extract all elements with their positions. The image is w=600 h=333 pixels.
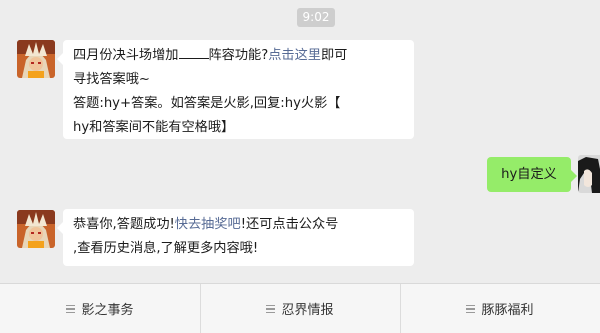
menu-lines-icon (466, 304, 476, 313)
message-line: 恭喜你,答题成功!快去抽奖吧!还可点击公众号 (73, 213, 405, 237)
message-line: 答题:hy+答案。如答案是火影,回复:hy火影【 (73, 96, 341, 111)
naruto-sage-avatar-icon (17, 40, 55, 78)
chat-screen: 9:02 四月份决斗场增加 阵容功能?点击这里即可 寻找答案哦~ 答题:hy+答案… (0, 0, 600, 333)
click-here-link[interactable]: 点击这里 (268, 48, 321, 63)
lottery-link[interactable]: 快去抽奖吧 (175, 217, 241, 232)
menu-item-ninja-intel[interactable]: 忍界情报 (200, 284, 400, 333)
bot-avatar[interactable] (17, 210, 55, 248)
message-timestamp: 9:02 (297, 8, 335, 27)
naruto-sage-avatar-icon (17, 210, 55, 248)
menu-item-label: 豚豚福利 (481, 303, 534, 318)
user-avatar[interactable] (578, 155, 600, 193)
answer-blank (178, 44, 209, 59)
bot-message-success: 恭喜你,答题成功!快去抽奖吧!还可点击公众号 ,查看历史消息,了解更多内容哦! (57, 209, 414, 266)
menu-lines-icon (66, 304, 76, 313)
message-line: 寻找答案哦~ (73, 72, 150, 87)
custom-menu-bar: 影之事务 忍界情报 豚豚福利 (0, 283, 600, 333)
message-line: 四月份决斗场增加 阵容功能?点击这里即可 (73, 44, 405, 68)
dark-hair-avatar-icon (578, 155, 600, 193)
message-text: 恭喜你,答题成功! (73, 217, 175, 232)
message-line: ,查看历史消息,了解更多内容哦! (73, 241, 259, 256)
bot-message-question: 四月份决斗场增加 阵容功能?点击这里即可 寻找答案哦~ 答题:hy+答案。如答案是… (57, 40, 414, 139)
message-text: 即可 (321, 48, 348, 63)
message-text: !还可点击公众号 (240, 217, 339, 232)
message-line: hy和答案间不能有空格哦】 (73, 120, 235, 135)
menu-item-label: 影之事务 (81, 303, 134, 318)
user-message: hy自定义 (487, 157, 577, 192)
menu-item-label: 忍界情报 (281, 303, 334, 318)
message-text: 阵容功能? (208, 48, 269, 63)
menu-lines-icon (266, 304, 276, 313)
message-text: 四月份决斗场增加 (73, 48, 179, 63)
menu-item-welfare[interactable]: 豚豚福利 (400, 284, 600, 333)
menu-item-shadow-affairs[interactable]: 影之事务 (0, 284, 200, 333)
bot-avatar[interactable] (17, 40, 55, 78)
